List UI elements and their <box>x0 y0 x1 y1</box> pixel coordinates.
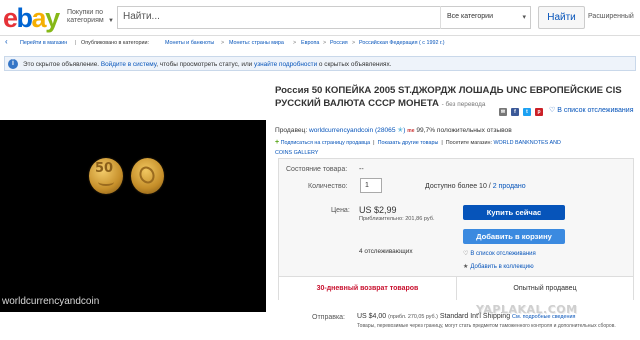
purchase-box: Состояние товара: -- Количество: 1 Досту… <box>278 158 634 300</box>
buy-now-button[interactable]: Купить сейчас <box>463 205 565 220</box>
shipping-price: US $4,00 (прибл. 270,05 руб.) Standard I… <box>357 313 575 320</box>
breadcrumb-divider: | <box>75 40 77 46</box>
availability: Доступно более 10 / 2 продано <box>425 183 526 190</box>
feedback-count[interactable]: (28065 <box>375 127 396 134</box>
no-translation-note: - без перевода <box>441 101 486 108</box>
breadcrumb-separator: > <box>293 40 297 46</box>
breadcrumb-separator: > <box>323 40 327 46</box>
breadcrumb-item-europe[interactable]: Европа <box>301 40 319 46</box>
add-to-cart-button[interactable]: Добавить в корзину <box>463 229 565 244</box>
shipping-cost: US $4,00 <box>357 313 387 320</box>
hidden-listing-notice: i Это скрытое объявление. Войдите в сист… <box>4 56 636 71</box>
shipping-label: Отправка: <box>312 314 346 321</box>
email-share-icon[interactable]: ✉ <box>499 108 507 116</box>
other-items-link[interactable]: Показать другие товары <box>378 140 439 146</box>
shipping-method: Standard Int'l Shipping <box>439 313 511 320</box>
logo-letter-e: e <box>3 3 18 33</box>
seller-actions: + Подписаться на страницу продавца | Пок… <box>275 139 561 146</box>
positive-feedback: 99,7% положительных отзывов <box>416 127 512 134</box>
shop-by-category-line2: категориям <box>67 17 104 24</box>
seller-info: Продавец: worldcurrencyandcoin (28065 ✭)… <box>275 127 512 135</box>
coin-leaf-decoration <box>98 178 114 186</box>
pinterest-share-icon[interactable]: p <box>535 108 543 116</box>
coin-rider-decoration <box>136 164 158 186</box>
seller-label: Продавец: <box>275 127 308 134</box>
search-placeholder: Найти... <box>123 11 160 22</box>
notice-text: Это скрытое объявление. Войдите в систем… <box>23 61 391 68</box>
breadcrumb-item-russian-federation[interactable]: Российская Федерация ( с 1992 г.) <box>359 40 445 46</box>
coin-reverse-image: 50 <box>89 158 123 194</box>
condition-label: Состояние товара: <box>286 166 348 173</box>
ebay-logo[interactable]: ebay <box>3 3 60 33</box>
breadcrumb-separator: > <box>221 40 225 46</box>
availability-text: Доступно более 10 <box>425 183 487 190</box>
item-image[interactable]: 50 worldcurrencyandcoin <box>0 120 266 312</box>
facebook-share-icon[interactable]: f <box>511 108 519 116</box>
category-select-value: Все категории <box>447 13 493 20</box>
shop-by-category-line1: Покупки по <box>67 9 103 16</box>
breadcrumb-item-russia[interactable]: Россия <box>330 40 348 46</box>
back-chevron-icon[interactable]: ‹ <box>5 38 8 46</box>
notice-text-2: , чтобы просмотреть статус, или <box>156 61 253 68</box>
chevron-down-icon: ▾ <box>522 14 526 21</box>
add-to-watchlist-top[interactable]: ♡ В список отслеживания <box>549 106 634 114</box>
shop-by-category-button[interactable]: Покупки по категориям ▼ <box>67 9 114 25</box>
logo-letter-a: a <box>31 3 47 33</box>
add-to-watchlist-link[interactable]: ♡ В список отслеживания <box>463 250 536 257</box>
breadcrumb: ‹ Перейти в магазин | Опубликовано в кат… <box>0 35 640 49</box>
info-icon: i <box>8 59 18 69</box>
add-to-collection-link[interactable]: ★ Добавить в коллекцию <box>463 263 534 270</box>
header: ebay Покупки по категориям ▼ Найти... Вс… <box>0 0 640 36</box>
quantity-input[interactable]: 1 <box>360 178 382 193</box>
watchers-count: 4 отслеживающих <box>359 248 413 255</box>
coin-denomination: 50 <box>95 161 114 176</box>
me-badge-icon[interactable]: me <box>407 128 414 134</box>
price-label: Цена: <box>331 207 350 214</box>
search-button[interactable]: Найти <box>538 6 585 29</box>
advanced-search-link[interactable]: Расширенный <box>588 13 634 20</box>
returns-badge: 30-дневный возврат товаров <box>279 276 457 300</box>
plus-icon: + <box>275 139 280 146</box>
notice-text-3: о скрытых объявлениях. <box>317 61 392 68</box>
quantity-label: Количество: <box>308 183 348 190</box>
watch-label: В список отслеживания <box>557 107 634 114</box>
sold-count-link[interactable]: 2 продано <box>493 183 526 190</box>
star-icon: ★ <box>463 264 469 270</box>
shipping-details-link[interactable]: См. подробные сведения <box>512 314 575 320</box>
follow-seller-link[interactable]: Подписаться на страницу продавца <box>281 140 371 146</box>
learn-more-link[interactable]: узнайте подробности <box>254 61 317 68</box>
category-select[interactable]: Все категории ▾ <box>440 6 532 29</box>
back-to-store-link[interactable]: Перейти в магазин <box>20 40 67 46</box>
breadcrumb-separator: > <box>352 40 356 46</box>
visit-store-label: Посетите магазин: <box>445 140 492 146</box>
sign-in-link[interactable]: Войдите в систему <box>101 61 156 68</box>
collection-link-label: Добавить в коллекцию <box>470 264 534 270</box>
shipping-note: Товары, перевозимые через границу, могут… <box>357 323 616 329</box>
twitter-share-icon[interactable]: t <box>523 108 531 116</box>
heart-icon: ♡ <box>463 251 469 257</box>
breadcrumb-item-coins[interactable]: Монеты и банкноты <box>165 40 214 46</box>
listed-in-label: Опубликовано в категории: <box>81 40 150 46</box>
shipping-approx: (прибл. 270,05 руб.) <box>388 314 438 320</box>
store-name-link[interactable]: WORLD BANKNOTES AND <box>493 140 560 146</box>
heart-icon: ♡ <box>549 107 556 114</box>
feedback-count-close: ) <box>403 127 406 134</box>
store-name-continued[interactable]: COINS GALLERY <box>275 150 318 157</box>
experienced-seller-badge: Опытный продавец <box>457 276 633 300</box>
breadcrumb-item-world-coins[interactable]: Монеты: страны мира <box>229 40 284 46</box>
image-watermark: worldcurrencyandcoin <box>2 296 100 307</box>
price-approx: Приблизительно: 201,86 руб. <box>359 216 435 222</box>
seller-name-link[interactable]: worldcurrencyandcoin <box>309 127 373 134</box>
chevron-down-icon: ▼ <box>108 18 114 24</box>
condition-value: -- <box>359 166 364 173</box>
logo-letter-b: b <box>16 3 34 33</box>
notice-text-1: Это скрытое объявление. <box>23 61 100 68</box>
logo-letter-y: y <box>45 3 60 33</box>
watch-link-label: В список отслеживания <box>470 251 536 257</box>
price-value: US $2,99 <box>359 205 397 215</box>
coin-obverse-image <box>131 158 164 194</box>
